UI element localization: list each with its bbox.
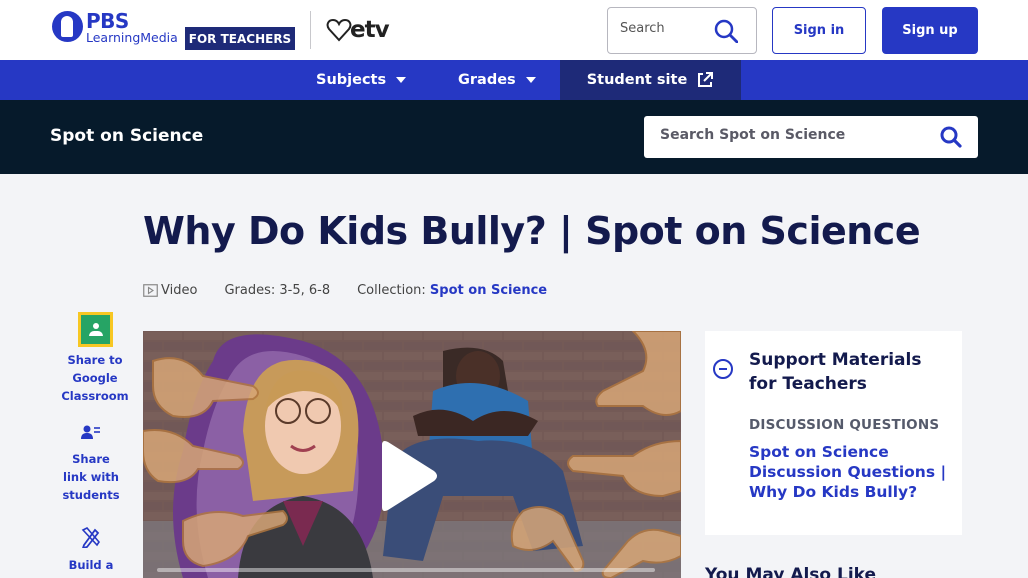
header-divider: [310, 11, 311, 49]
search-icon[interactable]: [714, 19, 739, 47]
logo-learningmedia-word: LearningMedia: [86, 30, 178, 45]
external-link-icon: [698, 72, 714, 87]
resource-collection: Collection: Spot on Science: [357, 283, 547, 298]
nav-grades[interactable]: Grades: [458, 60, 536, 100]
collection-bar: Spot on Science: [0, 100, 1028, 174]
share-google-classroom-button[interactable]: Share to Google Classroom: [60, 312, 130, 405]
resource-grades: Grades: 3-5, 6-8: [224, 283, 331, 298]
collection-search: [644, 116, 978, 158]
resource-type-label: Video: [161, 283, 198, 298]
pbs-head-icon: [52, 11, 83, 42]
nav-subjects-label: Subjects: [316, 72, 387, 88]
main-nav: Subjects Grades Student site: [0, 60, 1028, 100]
pbs-logo-text: PBS LearningMedia: [86, 11, 178, 45]
nav-student-site[interactable]: Student site: [560, 60, 741, 100]
collection-link[interactable]: Spot on Science: [430, 283, 547, 298]
collection-search-input[interactable]: [660, 127, 920, 143]
sign-in-button[interactable]: Sign in: [772, 7, 866, 54]
pbs-learningmedia-logo[interactable]: PBS LearningMedia: [52, 11, 178, 45]
site-search: [607, 7, 757, 54]
site-search-input[interactable]: [620, 21, 710, 36]
share-google-classroom-label: Share to Google Classroom: [61, 353, 129, 403]
search-icon[interactable]: [940, 126, 962, 152]
top-header: PBS LearningMedia FOR TEACHERS etv Sign …: [0, 0, 1028, 60]
share-link-label: Share link with students: [62, 452, 120, 502]
chevron-down-icon: [525, 77, 536, 83]
build-lesson-label: Build a: [68, 558, 114, 572]
page-title: Why Do Kids Bully? | Spot on Science: [143, 209, 921, 253]
video-icon: [143, 284, 158, 297]
logo-pbs-word: PBS: [86, 9, 129, 33]
sign-up-button[interactable]: Sign up: [882, 7, 978, 54]
build-lesson-button[interactable]: Build a: [60, 526, 122, 574]
etv-logo[interactable]: etv: [326, 17, 390, 43]
minus-circle-icon[interactable]: [713, 359, 733, 379]
etv-logo-text: etv: [350, 17, 390, 43]
chevron-down-icon: [396, 77, 407, 83]
play-icon[interactable]: [370, 439, 440, 513]
share-link-icon: [81, 425, 100, 439]
support-materials-panel: Support Materials for Teachers DISCUSSIO…: [705, 331, 962, 535]
build-lesson-icon: [81, 527, 101, 548]
resource-type: Video: [143, 283, 197, 298]
for-teachers-badge: FOR TEACHERS: [185, 27, 295, 50]
nav-grades-label: Grades: [458, 72, 516, 88]
collection-title[interactable]: Spot on Science: [50, 126, 203, 146]
nav-student-site-label: Student site: [586, 72, 688, 88]
support-materials-title[interactable]: Support Materials for Teachers: [749, 348, 954, 396]
video-player[interactable]: [143, 331, 681, 578]
resource-meta: Video Grades: 3-5, 6-8 Collection: Spot …: [143, 283, 547, 298]
you-may-also-like-heading: You May Also Like: [705, 565, 877, 578]
collection-label: Collection:: [357, 283, 426, 298]
google-classroom-icon: [77, 312, 113, 347]
nav-subjects[interactable]: Subjects: [316, 60, 407, 100]
share-link-button[interactable]: Share link with students: [60, 424, 122, 504]
etv-heart-icon: [326, 18, 352, 42]
discussion-questions-label: DISCUSSION QUESTIONS: [749, 417, 940, 433]
discussion-questions-link[interactable]: Spot on Science Discussion Questions | W…: [749, 442, 949, 502]
